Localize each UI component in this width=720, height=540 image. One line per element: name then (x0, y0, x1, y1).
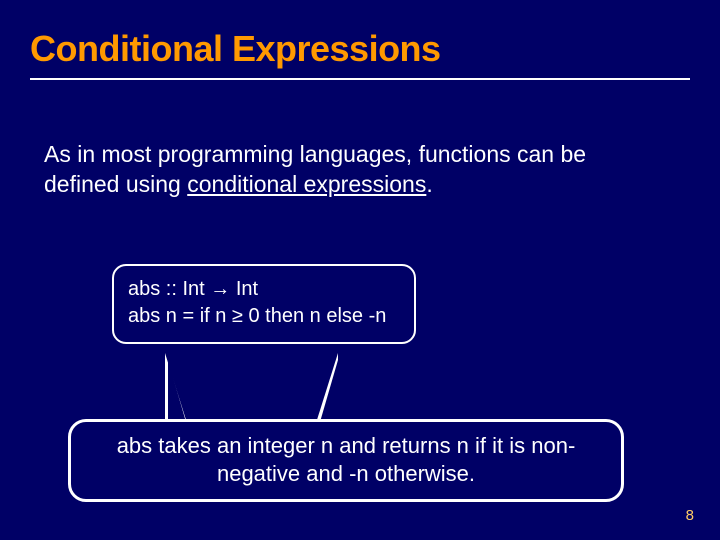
callout-box: abs takes an integer n and returns n if … (68, 419, 624, 502)
intro-underlined: conditional expressions (187, 171, 426, 197)
callout-text: abs takes an integer n and returns n if … (117, 433, 576, 486)
callout-pointer-icon (320, 360, 338, 422)
code-line-2: abs n = if n ≥ 0 then n else -n (128, 303, 400, 330)
title-underline (30, 78, 690, 80)
page-number: 8 (686, 507, 694, 524)
intro-paragraph: As in most programming languages, functi… (44, 140, 654, 200)
code-line-1: abs :: Int → Int (128, 276, 400, 303)
callout-pointer-icon (168, 360, 186, 422)
slide-title: Conditional Expressions (30, 28, 441, 70)
intro-text-2: . (426, 171, 432, 197)
code-box: abs :: Int → Int abs n = if n ≥ 0 then n… (112, 264, 416, 344)
